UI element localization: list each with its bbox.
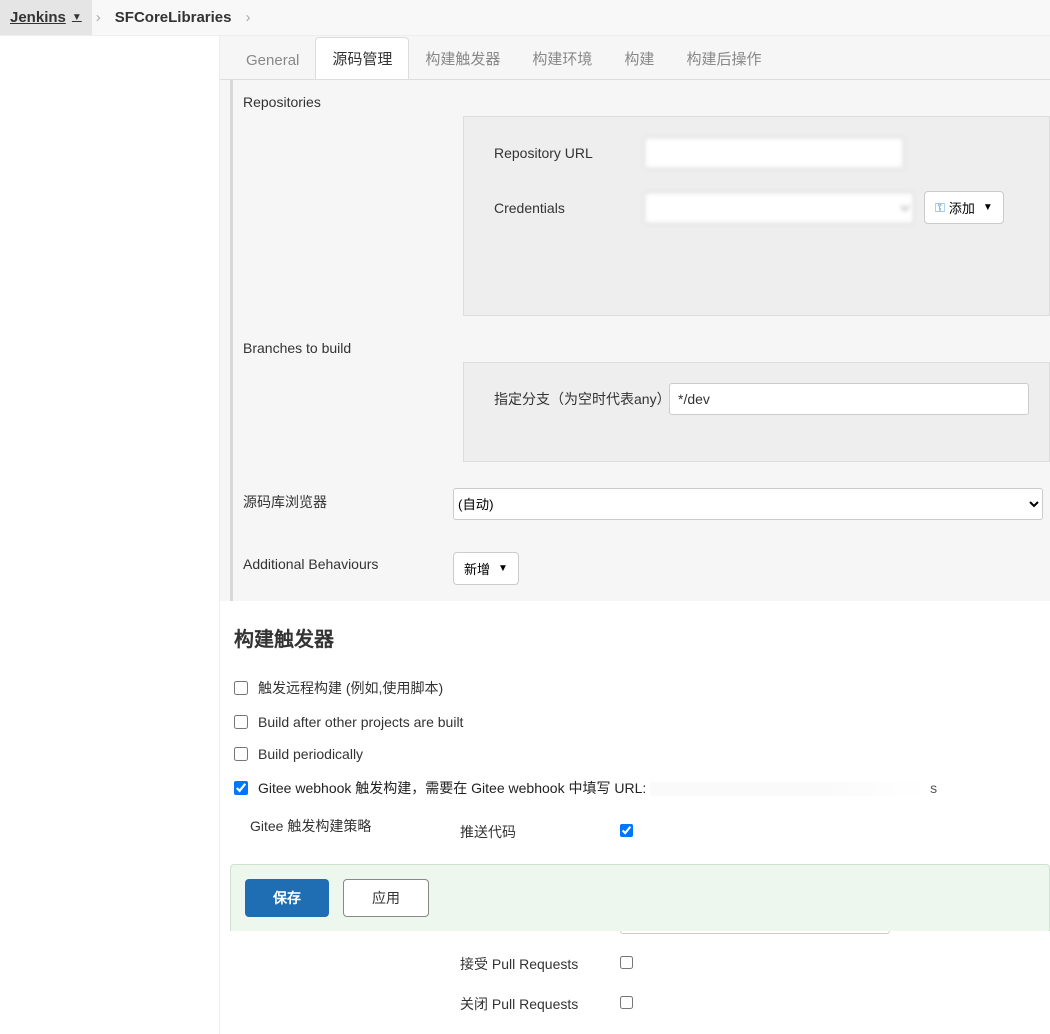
repo-browser-select[interactable]: (自动): [453, 488, 1043, 520]
additional-behaviours-label: Additional Behaviours: [243, 552, 453, 572]
config-tabs: General 源码管理 构建触发器 构建环境 构建 构建后操作: [220, 36, 1050, 80]
save-button[interactable]: 保存: [245, 879, 329, 917]
add-behaviour-label: 新增: [464, 559, 490, 578]
add-credentials-button[interactable]: ⚿ 添加 ▼: [924, 191, 1004, 224]
repository-url-input[interactable]: [644, 137, 904, 169]
trigger-remote-row: 触发远程构建 (例如,使用脚本): [230, 670, 1050, 706]
branch-spec-label: 指定分支（为空时代表any）: [494, 389, 669, 409]
repositories-label: Repositories: [243, 90, 453, 110]
breadcrumb-home[interactable]: Jenkins ▼: [0, 0, 92, 35]
trigger-gitee-label[interactable]: Gitee webhook 触发构建，需要在 Gitee webhook 中填写…: [258, 778, 937, 798]
redacted-url: [650, 782, 930, 796]
tab-triggers[interactable]: 构建触发器: [409, 38, 516, 79]
strategy-push-label: 推送代码: [460, 822, 620, 842]
footer-actions: 保存 应用: [230, 864, 1050, 931]
strategy-closepr-checkbox[interactable]: [620, 996, 633, 1009]
trigger-remote-label[interactable]: 触发远程构建 (例如,使用脚本): [258, 678, 443, 698]
trigger-gitee-row: Gitee webhook 触发构建，需要在 Gitee webhook 中填写…: [230, 770, 1050, 806]
trigger-after-label[interactable]: Build after other projects are built: [258, 714, 463, 730]
branches-label: Branches to build: [243, 336, 453, 356]
trigger-periodic-checkbox[interactable]: [234, 747, 248, 761]
add-behaviour-button[interactable]: 新增 ▼: [453, 552, 519, 585]
add-credentials-label: 添加: [949, 198, 975, 217]
chevron-down-icon: ▼: [983, 202, 993, 213]
chevron-right-icon: ›: [242, 9, 255, 26]
branch-spec-input[interactable]: [669, 383, 1029, 415]
key-icon: ⚿: [935, 200, 945, 216]
trigger-periodic-label[interactable]: Build periodically: [258, 746, 363, 762]
strategy-push-checkbox[interactable]: [620, 824, 633, 837]
repository-url-label: Repository URL: [494, 145, 644, 161]
apply-button[interactable]: 应用: [343, 879, 429, 917]
chevron-down-icon: ▼: [498, 563, 508, 574]
trigger-gitee-prefix: Gitee webhook 触发构建，需要在 Gitee webhook 中填写…: [258, 780, 650, 796]
chevron-right-icon: ›: [92, 9, 105, 26]
trigger-after-row: Build after other projects are built: [230, 706, 1050, 738]
breadcrumb-home-label: Jenkins: [10, 9, 66, 26]
triggers-heading: 构建触发器: [220, 601, 1050, 666]
tab-build-env[interactable]: 构建环境: [516, 38, 608, 79]
strategy-closepr-label: 关闭 Pull Requests: [460, 994, 620, 1014]
tab-scm[interactable]: 源码管理: [315, 37, 409, 79]
sidebar: [0, 36, 220, 1034]
credentials-label: Credentials: [494, 200, 644, 216]
trigger-remote-checkbox[interactable]: [234, 681, 248, 695]
tab-post-build[interactable]: 构建后操作: [670, 38, 777, 79]
breadcrumb-project-label: SFCoreLibraries: [115, 9, 232, 26]
repository-panel: Repository URL Credentials ⚿: [463, 116, 1050, 316]
branches-panel: 指定分支（为空时代表any）: [463, 362, 1050, 462]
tab-general[interactable]: General: [230, 42, 315, 79]
credentials-select[interactable]: [644, 192, 914, 224]
trigger-after-checkbox[interactable]: [234, 715, 248, 729]
breadcrumb-project[interactable]: SFCoreLibraries: [105, 0, 242, 35]
trigger-gitee-checkbox[interactable]: [234, 781, 248, 795]
tab-build[interactable]: 构建: [608, 38, 670, 79]
strategy-acceptpr-checkbox[interactable]: [620, 956, 633, 969]
trigger-gitee-tail: s: [930, 780, 937, 796]
repo-browser-label: 源码库浏览器: [243, 488, 453, 512]
trigger-periodic-row: Build periodically: [230, 738, 1050, 770]
chevron-down-icon: ▼: [72, 12, 82, 23]
strategy-acceptpr-label: 接受 Pull Requests: [460, 954, 620, 974]
breadcrumb: Jenkins ▼ › SFCoreLibraries ›: [0, 0, 1050, 36]
